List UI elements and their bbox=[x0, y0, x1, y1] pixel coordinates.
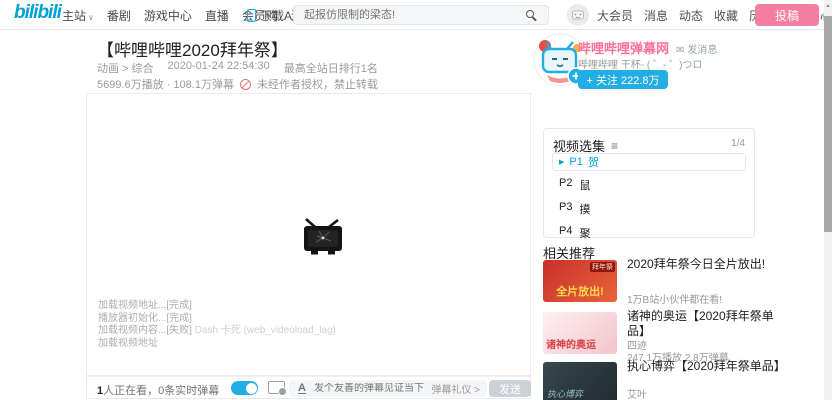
uploader-name[interactable]: 哔哩哔哩弹幕网 bbox=[578, 38, 669, 57]
copyright-notice: 未经作者授权，禁止转载 bbox=[257, 76, 378, 92]
nav-item-live[interactable]: 直播 bbox=[205, 7, 229, 24]
plus-icon: + bbox=[586, 75, 592, 87]
nav-item-messages[interactable]: 消息 bbox=[644, 7, 668, 24]
chevron-down-icon: ∨ bbox=[88, 13, 94, 22]
tv-loading-icon bbox=[300, 218, 346, 258]
danmaku-etiquette-link[interactable]: 弹幕礼仪 > bbox=[431, 381, 480, 396]
uploader-bio: 哔哩哔哩 干杯- ( ゜- ゜)つロ bbox=[578, 56, 702, 71]
nav-item-home[interactable]: 主站∨ bbox=[62, 7, 94, 24]
playlist-panel: 视频选集 ≡ 1/4 ▶ P1贺 P2鼠 P3摸 P4聚 bbox=[543, 128, 755, 238]
no-reprint-icon bbox=[240, 79, 251, 90]
video-meta-line2: 5699.6万播放 · 108.1万弹幕 未经作者授权，禁止转载 bbox=[97, 76, 378, 92]
log-line: 加载视频内容...[失败] Dash 卡死 (web_videoload_lag… bbox=[98, 325, 336, 338]
bilibili-logo[interactable]: bilibili bbox=[14, 2, 61, 24]
danmaku-toggle[interactable] bbox=[231, 381, 258, 395]
danmaku-settings-icon[interactable] bbox=[268, 381, 285, 394]
follow-button[interactable]: + 关注 222.8万 bbox=[578, 70, 668, 89]
upload-button[interactable]: 投稿 bbox=[755, 4, 819, 26]
playlist-item-p2[interactable]: P2鼠 bbox=[559, 177, 590, 193]
playlist-page-indicator: 1/4 bbox=[731, 138, 745, 149]
playlist-item-p3[interactable]: P3摸 bbox=[559, 201, 590, 217]
related-thumbnail-3[interactable]: 执心博弈 bbox=[543, 362, 617, 400]
related-subtitle-1: 1万B站小伙伴都在看! bbox=[627, 291, 722, 306]
nav-item-favorites[interactable]: 收藏 bbox=[714, 7, 738, 24]
playlist-menu-icon[interactable]: ≡ bbox=[611, 139, 618, 153]
danmaku-input[interactable] bbox=[314, 383, 431, 394]
send-message-link[interactable]: ✉发消息 bbox=[676, 41, 717, 56]
play-danmaku-stats: 5699.6万播放 · 108.1万弹幕 bbox=[97, 76, 234, 92]
related-title-3[interactable]: 执心博弈【2020拜年祭单品】 bbox=[627, 359, 789, 374]
user-avatar[interactable] bbox=[567, 4, 589, 26]
thumbnail-caption: 执心博弈 bbox=[547, 387, 583, 400]
search-icon[interactable] bbox=[526, 10, 534, 18]
top-navbar: bilibili 主站∨ 番剧 游戏中心 直播 会员购 漫画 赛事 下载APP … bbox=[0, 0, 832, 30]
search-box bbox=[293, 5, 549, 25]
log-line: 播放器初始化...[完成] bbox=[98, 313, 336, 326]
related-thumbnail-2[interactable]: 诸神的奥运 bbox=[543, 312, 617, 354]
nav-item-bangumi[interactable]: 番剧 bbox=[107, 7, 131, 24]
play-icon: ▶ bbox=[559, 158, 564, 166]
thumbnail-badge: 拜年祭 bbox=[590, 262, 615, 272]
text-style-icon[interactable]: A bbox=[298, 383, 306, 394]
thumbnail-caption: 全片放出! bbox=[543, 283, 617, 299]
related-title-1[interactable]: 2020拜年祭今日全片放出! bbox=[627, 257, 789, 272]
search-input[interactable] bbox=[294, 6, 519, 24]
publish-time: 2020-01-24 22:54:30 bbox=[168, 60, 270, 76]
bilibili-video-page: bilibili 主站∨ 番剧 游戏中心 直播 会员购 漫画 赛事 下载APP … bbox=[0, 0, 832, 400]
related-thumbnail-1[interactable]: 拜年祭 全片放出! bbox=[543, 260, 617, 302]
nav-item-game-center[interactable]: 游戏中心 bbox=[144, 7, 192, 24]
phone-download-icon bbox=[247, 9, 256, 22]
related-title-2[interactable]: 诸神的奥运【2020拜年祭单品】 bbox=[627, 309, 789, 339]
log-line: 加载视频地址 bbox=[98, 338, 336, 351]
video-title: 【哔哩哔哩2020拜年祭】 bbox=[97, 36, 288, 61]
video-player[interactable]: 加载视频地址...[完成] 播放器初始化...[完成] 加载视频内容...[失败… bbox=[86, 93, 531, 376]
nav-item-vip[interactable]: 大会员 bbox=[597, 7, 633, 24]
breadcrumb[interactable]: 动画 > 综合 bbox=[97, 60, 154, 76]
danmaku-bar: 1人正在看，0条实时弹幕 A 弹幕礼仪 > 发送 bbox=[86, 376, 531, 399]
playlist-item-p1[interactable]: ▶ P1贺 bbox=[552, 153, 746, 171]
vertical-scrollbar[interactable]: ▲ bbox=[824, 0, 832, 400]
watching-status: 1人正在看，0条实时弹幕 bbox=[97, 382, 219, 398]
log-line: 加载视频地址...[完成] bbox=[98, 300, 336, 313]
video-meta-line1: 动画 > 综合 2020-01-24 22:54:30 最高全站日排行1名 bbox=[97, 60, 378, 76]
scrollbar-thumb[interactable] bbox=[824, 16, 832, 232]
envelope-icon: ✉ bbox=[676, 45, 684, 56]
player-load-log: 加载视频地址...[完成] 播放器初始化...[完成] 加载视频内容...[失败… bbox=[98, 300, 336, 350]
scrollbar-up-icon[interactable]: ▲ bbox=[824, 3, 832, 9]
nav-item-feed[interactable]: 动态 bbox=[679, 7, 703, 24]
rank-badge: 最高全站日排行1名 bbox=[284, 60, 378, 76]
thumbnail-caption: 诸神的奥运 bbox=[546, 336, 596, 351]
send-danmaku-button[interactable]: 发送 bbox=[489, 380, 531, 397]
danmaku-input-area: A 弹幕礼仪 > bbox=[289, 380, 487, 397]
playlist-item-p4[interactable]: P4聚 bbox=[559, 225, 590, 241]
